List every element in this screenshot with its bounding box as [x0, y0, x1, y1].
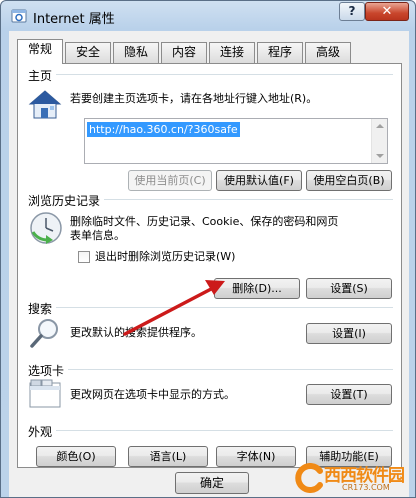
- tab-security[interactable]: 安全: [65, 42, 111, 63]
- history-settings-button[interactable]: 设置(S): [306, 278, 392, 299]
- internet-properties-window: Internet 属性 ? ✕ 常规 安全 隐私 内容 连接 程序 高级 主页 …: [0, 0, 416, 498]
- scroll-down-arrow-icon[interactable]: [376, 154, 384, 158]
- internet-explorer-icon: [11, 9, 27, 23]
- magnifier-icon: [30, 319, 58, 348]
- title-bar[interactable]: Internet 属性 ? ✕: [1, 1, 415, 31]
- tabs-separator: [28, 369, 393, 370]
- languages-button[interactable]: 语言(L): [128, 446, 208, 467]
- tabs-settings-button[interactable]: 设置(T): [306, 384, 392, 405]
- tab-content[interactable]: 内容: [161, 42, 207, 63]
- general-tab-panel: 主页 若要创建主页选项卡，请在各地址行键入地址(R)。 http://hao.3…: [17, 63, 402, 468]
- homepage-separator: [28, 74, 393, 75]
- history-clock-icon: [30, 212, 62, 244]
- search-separator: [28, 307, 393, 308]
- homepage-section-label: 主页: [28, 67, 57, 84]
- colors-button[interactable]: 颜色(O): [36, 446, 116, 467]
- home-icon: [28, 90, 62, 119]
- ok-button[interactable]: 确定: [175, 472, 249, 494]
- scroll-up-arrow-icon[interactable]: [376, 124, 384, 128]
- watermark-logo-icon: [295, 463, 323, 493]
- delete-on-exit-label[interactable]: 退出时删除浏览历史记录(W): [95, 250, 235, 264]
- use-current-button[interactable]: 使用当前页(C): [128, 170, 212, 191]
- tabs-window-icon: [29, 379, 61, 408]
- homepage-address-value: http://hao.360.cn/?360safe: [87, 122, 240, 137]
- history-description-line2: 表单信息。: [70, 229, 125, 242]
- search-description: 更改默认的搜索提供程序。: [70, 326, 202, 339]
- search-settings-button[interactable]: 设置(I): [306, 323, 392, 344]
- search-section-label: 搜索: [28, 300, 57, 317]
- tab-programs[interactable]: 程序: [257, 42, 303, 63]
- dialog-body: 常规 安全 隐私 内容 连接 程序 高级 主页 若要创建主页选项卡，请在各地址行…: [9, 31, 409, 497]
- close-button[interactable]: ✕: [365, 2, 409, 21]
- fonts-button[interactable]: 字体(N): [216, 446, 296, 467]
- homepage-description: 若要创建主页选项卡，请在各地址行键入地址(R)。: [70, 92, 318, 105]
- delete-on-exit-checkbox[interactable]: [78, 251, 90, 263]
- watermark-url: CR173.COM: [342, 483, 390, 492]
- appearance-section-label: 外观: [28, 423, 57, 440]
- address-scrollbar[interactable]: [371, 119, 387, 163]
- tab-general[interactable]: 常规: [17, 39, 63, 64]
- use-default-button[interactable]: 使用默认值(F): [216, 170, 302, 191]
- tab-advanced[interactable]: 高级: [305, 42, 351, 63]
- tab-connections[interactable]: 连接: [209, 42, 255, 63]
- use-blank-button[interactable]: 使用空白页(B): [306, 170, 392, 191]
- tabs-description: 更改网页在选项卡中显示的方式。: [70, 388, 235, 401]
- delete-history-button[interactable]: 删除(D)...: [214, 278, 300, 299]
- history-section-label: 浏览历史记录: [28, 192, 105, 209]
- site-watermark: 西西软件园 CR173.COM: [290, 459, 415, 497]
- history-description-line1: 删除临时文件、历史记录、Cookie、保存的密码和网页: [70, 215, 339, 228]
- tab-strip: 常规 安全 隐私 内容 连接 程序 高级: [17, 39, 357, 64]
- help-button[interactable]: ?: [339, 2, 365, 21]
- tab-privacy[interactable]: 隐私: [113, 42, 159, 63]
- window-title: Internet 属性: [33, 12, 115, 27]
- homepage-address-textarea[interactable]: http://hao.360.cn/?360safe: [84, 118, 388, 164]
- appearance-separator: [28, 430, 393, 431]
